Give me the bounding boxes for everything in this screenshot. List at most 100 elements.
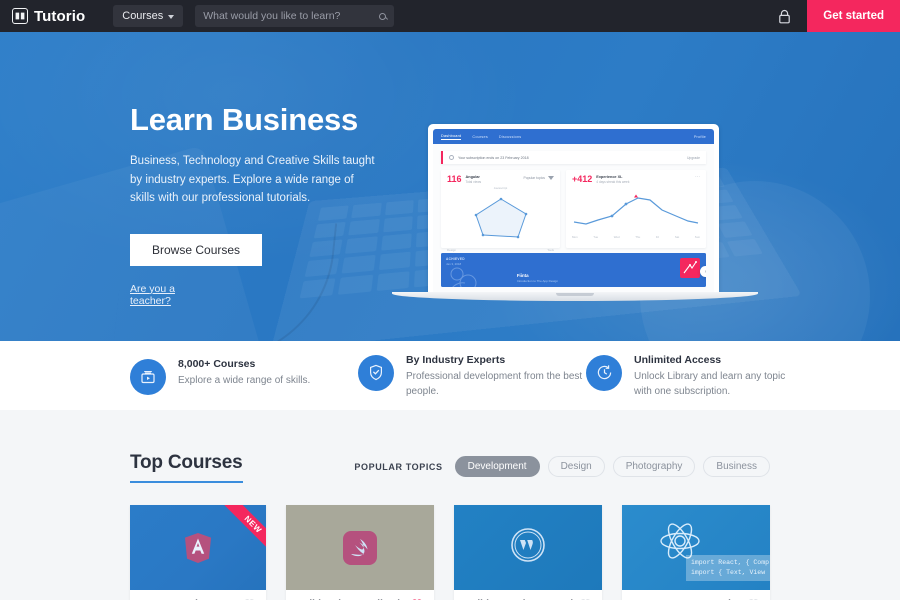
search-box[interactable]: [195, 5, 395, 27]
mockup-angular-value: 116: [447, 174, 462, 184]
mockup-line-chart: [572, 184, 700, 233]
code-line: import { Text, View: [690, 568, 766, 576]
mockup-achievement-text: Fiinta Introduction to The App Design: [517, 273, 558, 283]
info-icon: [449, 155, 454, 160]
x-label: Wed: [613, 235, 620, 239]
mockup-achievement-banner: ACHIEVED Jan 3, 2018 Fiinta Introduction…: [441, 253, 706, 287]
mockup-experience-title: Experience XL: [596, 175, 623, 179]
lock-icon[interactable]: [778, 9, 791, 24]
mockup-experience-labels: Experience XL 4 days streak this week: [596, 175, 629, 184]
courses-dropdown-label: Courses: [122, 10, 164, 22]
get-started-button[interactable]: Get started: [807, 0, 900, 32]
brand-logo[interactable]: Tutorio: [6, 8, 91, 25]
clock-icon: [586, 354, 622, 391]
new-badge-ribbon: NEW: [204, 505, 266, 567]
search-input[interactable]: [203, 10, 376, 22]
topic-pill-business[interactable]: Business: [703, 456, 770, 477]
carousel-next-button[interactable]: ›: [700, 266, 706, 277]
mockup-line-chart-xaxis: Mon Tue Wed Thu Fri Sat Sun: [572, 235, 700, 239]
mockup-radar-label-tools: Tools: [547, 248, 554, 252]
mockup-nav-courses[interactable]: Courses: [472, 135, 488, 139]
new-badge-label: NEW: [217, 505, 266, 560]
mockup-achievement-date: Jan 3, 2018: [446, 262, 462, 266]
topic-pill-development[interactable]: Development: [454, 456, 540, 477]
course-card[interactable]: Build a WordPress Website: [454, 505, 602, 600]
courses-dropdown[interactable]: Courses: [113, 5, 184, 27]
course-thumbnail: [454, 505, 602, 590]
feature-experts: By Industry Experts Professional develop…: [358, 353, 586, 399]
feature-title: Unlimited Access: [634, 353, 722, 366]
mockup-angular-title: Angular: [465, 175, 480, 179]
features-strip: 8,000+ Courses Explore a wide range of s…: [0, 341, 900, 410]
are-you-a-teacher-link[interactable]: Are you a teacher?: [130, 283, 210, 307]
x-label: Fri: [655, 235, 660, 239]
feature-title: By Industry Experts: [406, 353, 506, 366]
mockup-experience-subtitle: 4 days streak this week: [596, 180, 630, 184]
hero-section: Learn Business Business, Technology and …: [0, 32, 900, 341]
check-shield-icon: [358, 354, 394, 391]
laptop-notch: [556, 293, 594, 296]
mockup-experience-header: +412 Experience XL 4 days streak this we…: [572, 174, 700, 185]
mockup-popular-topics-dropdown[interactable]: Popular topics: [524, 175, 554, 180]
book-icon: [12, 8, 28, 24]
feature-access: Unlimited Access Unlock Library and lear…: [586, 353, 804, 399]
mockup-nav-profile[interactable]: Profile: [694, 135, 706, 139]
code-snippet-overlay: import React, { Comp import { Text, View: [685, 554, 770, 581]
mockup-alert-text: Your subscription ends on 23 February 20…: [458, 155, 529, 160]
brand-name: Tutorio: [34, 7, 86, 25]
mockup-upgrade-link[interactable]: Upgrade: [687, 156, 700, 160]
code-line: import React, { Comp: [690, 558, 769, 566]
mockup-experience-value: +412: [572, 174, 593, 184]
hero-content: Learn Business Business, Technology and …: [0, 32, 900, 341]
course-thumbnail: [286, 505, 434, 590]
mockup-angular-subtitle: Total views: [465, 180, 482, 184]
mockup-subscription-alert: Your subscription ends on 23 February 20…: [441, 151, 706, 164]
course-card[interactable]: import React, { Comp import { Text, View…: [622, 505, 770, 600]
mockup-nav-discussions[interactable]: Discussions: [499, 135, 521, 139]
course-card-body: Build an iOS Application in: [286, 590, 434, 600]
topic-pill-design[interactable]: Design: [547, 456, 605, 477]
mockup-angular-card: 116 Angular Total views Popular topics J…: [441, 170, 560, 252]
dashboard-mockup: Dashboard Courses Discussions Profile Yo…: [433, 129, 714, 292]
course-thumbnail: NEW: [130, 505, 266, 590]
mockup-experience-card: +412 Experience XL 4 days streak this we…: [566, 170, 706, 248]
mockup-achievement-title: Fiinta: [516, 273, 529, 278]
laptop-mockup: Dashboard Courses Discussions Profile Yo…: [392, 90, 758, 310]
mockup-card-row: 116 Angular Total views Popular topics J…: [441, 170, 706, 252]
top-courses-section: Top Courses POPULAR TOPICS Development D…: [0, 410, 900, 600]
mockup-angular-labels: Angular Total views: [466, 175, 482, 184]
course-card-body: Build a WordPress Website: [454, 590, 602, 600]
mockup-nav-dashboard[interactable]: Dashboard: [441, 134, 462, 140]
course-card[interactable]: NEW Learn Angular: [130, 505, 266, 600]
mockup-radar-label-design: Design: [447, 248, 456, 252]
feature-title: 8,000+ Courses: [178, 357, 256, 370]
mockup-angular-header: 116 Angular Total views Popular topics: [447, 175, 554, 184]
feature-access-text: Unlimited Access Unlock Library and lear…: [634, 353, 804, 399]
wordpress-icon: [510, 527, 546, 568]
x-label: Tue: [593, 235, 599, 239]
top-navbar: Tutorio Courses Get started: [0, 0, 900, 32]
mockup-achievement-badge-label: ACHIEVED: [446, 257, 465, 261]
mockup-radar-chart: [447, 190, 554, 246]
x-label: Thu: [635, 235, 641, 239]
browse-courses-button[interactable]: Browse Courses: [130, 233, 263, 266]
topic-pill-photography[interactable]: Photography: [612, 456, 696, 477]
x-label: Sat: [674, 235, 680, 239]
search-icon[interactable]: [379, 12, 387, 20]
video-box-icon: [130, 358, 166, 395]
course-card-body: Learn Angular: [130, 590, 266, 600]
chevron-down-icon: [548, 176, 554, 180]
mockup-achievement-subtitle: Introduction to The App Design: [516, 279, 559, 283]
laptop-screen: Dashboard Courses Discussions Profile Yo…: [428, 124, 719, 292]
mockup-radar-labels: Design Tools: [447, 248, 554, 252]
course-thumbnail: import React, { Comp import { Text, View: [622, 505, 770, 590]
more-options-icon[interactable]: ···: [695, 175, 700, 180]
feature-courses-text: 8,000+ Courses Explore a wide range of s…: [178, 357, 310, 388]
feature-desc: Explore a wide range of skills.: [178, 374, 311, 386]
course-card[interactable]: Build an iOS Application in: [286, 505, 434, 600]
feature-experts-text: By Industry Experts Professional develop…: [406, 353, 586, 399]
feature-desc: Professional development from the best p…: [406, 370, 583, 397]
mockup-navbar: Dashboard Courses Discussions Profile: [433, 129, 714, 144]
swift-icon: [343, 530, 377, 565]
chevron-down-icon: [168, 14, 175, 19]
